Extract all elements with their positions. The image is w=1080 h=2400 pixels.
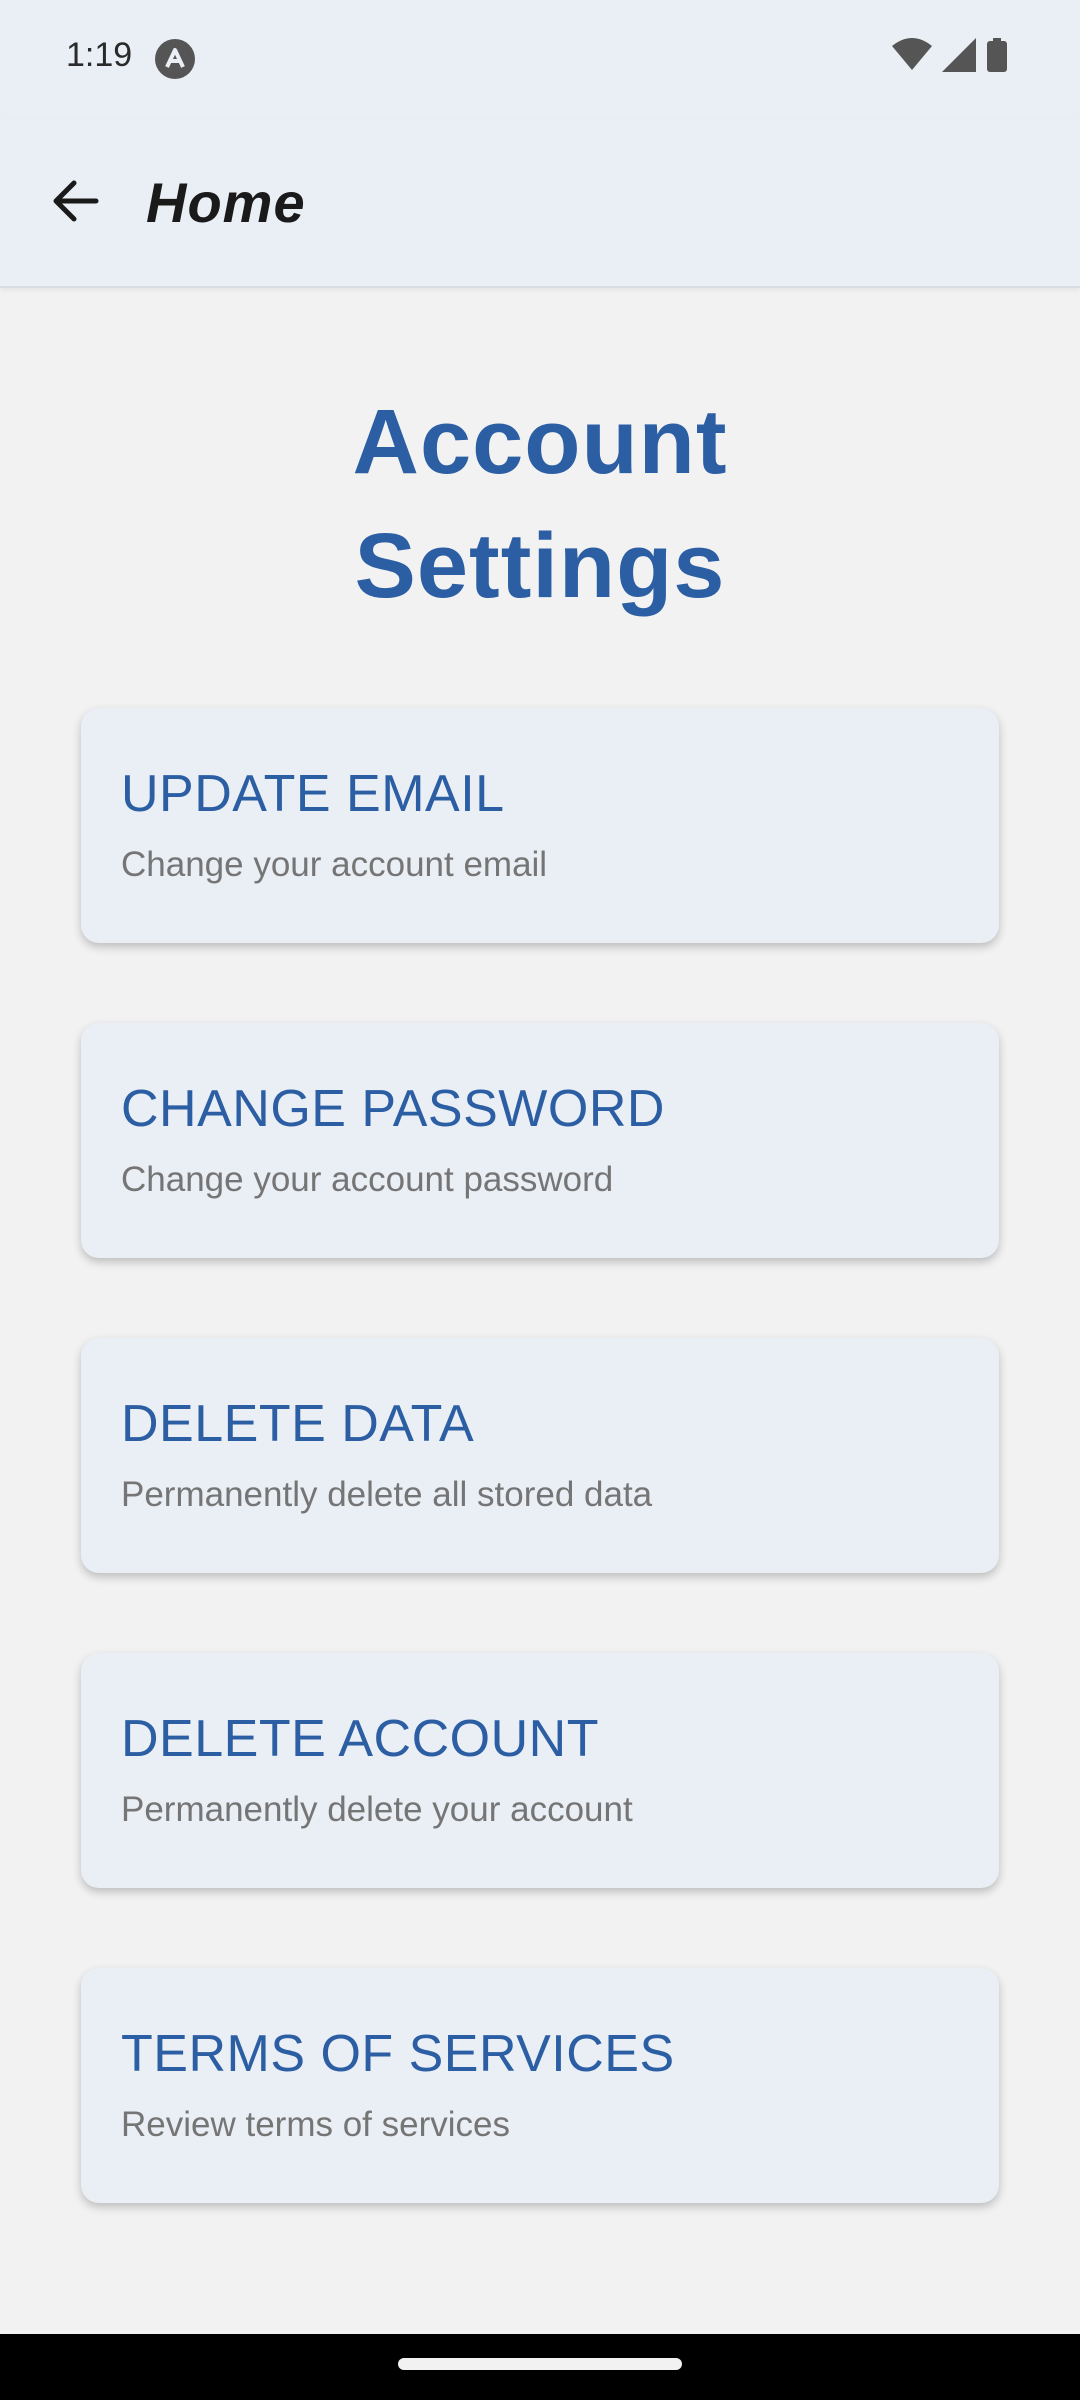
- card-subtitle: Change your account password: [121, 1160, 614, 1199]
- card-subtitle: Permanently delete your account: [121, 1790, 633, 1829]
- card-subtitle: Change your account email: [121, 845, 548, 884]
- app-notification-icon: [154, 38, 196, 80]
- card-title: CHANGE PASSWORD: [121, 1080, 665, 1138]
- cellular-signal-icon: [942, 38, 976, 77]
- card-subtitle: Review terms of services: [121, 2105, 510, 2144]
- status-time: 1:19: [66, 36, 133, 74]
- back-button[interactable]: [44, 171, 108, 235]
- update-email-card[interactable]: UPDATE EMAIL Change your account email: [81, 708, 999, 943]
- page-title-line2: Settings: [354, 515, 726, 617]
- page-title-line1: Account: [352, 391, 728, 493]
- change-password-card[interactable]: CHANGE PASSWORD Change your account pass…: [81, 1023, 999, 1258]
- wifi-icon: [892, 38, 932, 77]
- status-icons: [892, 38, 1008, 77]
- arrow-left-icon: [52, 179, 100, 228]
- card-title: TERMS OF SERVICES: [121, 2025, 675, 2083]
- card-title: DELETE DATA: [121, 1395, 475, 1453]
- settings-card-list: UPDATE EMAIL Change your account email C…: [81, 708, 999, 2283]
- app-bar: Home: [0, 120, 1080, 288]
- delete-account-card[interactable]: DELETE ACCOUNT Permanently delete your a…: [81, 1653, 999, 1888]
- terms-of-services-card[interactable]: TERMS OF SERVICES Review terms of servic…: [81, 1968, 999, 2203]
- battery-icon: [986, 38, 1008, 77]
- card-title: DELETE ACCOUNT: [121, 1710, 599, 1768]
- system-navigation-bar: [0, 2334, 1080, 2400]
- home-gesture-handle[interactable]: [398, 2358, 682, 2370]
- status-bar: 1:19: [0, 0, 1080, 120]
- delete-data-card[interactable]: DELETE DATA Permanently delete all store…: [81, 1338, 999, 1573]
- app-bar-title: Home: [146, 171, 306, 234]
- page-title: Account Settings: [0, 380, 1080, 628]
- card-subtitle: Permanently delete all stored data: [121, 1475, 653, 1514]
- card-title: UPDATE EMAIL: [121, 765, 505, 823]
